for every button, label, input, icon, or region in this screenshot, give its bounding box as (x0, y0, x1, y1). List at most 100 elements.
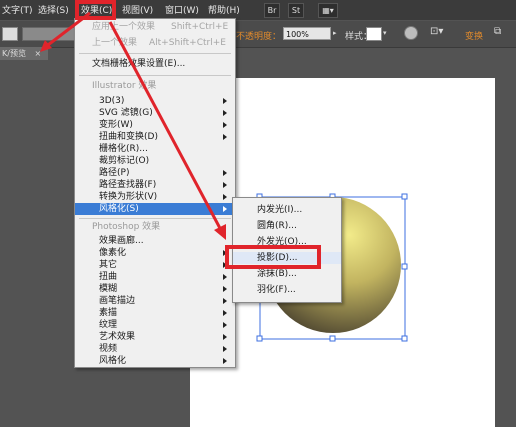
menu-item-brush-strokes[interactable]: 画笔描边 (75, 295, 235, 307)
menu-view[interactable]: 视图(V) (122, 3, 153, 16)
submenu-arrow-icon (223, 110, 227, 116)
opacity-field[interactable]: 100% (283, 27, 331, 40)
menu-item-distort-label: 扭曲 (99, 272, 118, 282)
submenu-arrow-icon (223, 346, 227, 352)
menu-item-convert-to-shape[interactable]: 转换为形状(V) (75, 191, 235, 203)
graphic-style-swatch[interactable] (366, 27, 382, 41)
selection-handle[interactable] (329, 335, 336, 342)
stock-button[interactable]: St (288, 3, 304, 18)
submenu-arrow-icon (223, 298, 227, 304)
last-effect-shortcut: Alt+Shift+Ctrl+E (149, 38, 226, 48)
close-tab-icon[interactable]: × (35, 49, 42, 58)
photoshop-effects-header-label: Photoshop 效果 (92, 222, 161, 232)
menu-item-texture[interactable]: 纹理 (75, 319, 235, 331)
menu-item-ps-stylize[interactable]: 风格化 (75, 355, 235, 367)
apply-last-effect-shortcut: Shift+Ctrl+E (171, 22, 229, 32)
menu-item-distort[interactable]: 扭曲 (75, 271, 235, 283)
submenu-arrow-icon (223, 322, 227, 328)
menu-item-path[interactable]: 路径(P) (75, 167, 235, 179)
annotation-box-effect-menu (75, 0, 116, 20)
menu-item-artistic[interactable]: 艺术效果 (75, 331, 235, 343)
menu-item-distort-transform[interactable]: 扭曲和变换(D) (75, 131, 235, 143)
menu-item-sketch-label: 素描 (99, 308, 118, 318)
menu-item-convert-to-shape-label: 转换为形状(V) (99, 192, 158, 202)
submenu-arrow-icon (223, 310, 227, 316)
selection-handle[interactable] (401, 335, 408, 342)
menu-item-video-label: 视频 (99, 344, 118, 354)
style-dropdown-icon[interactable]: ▾ (383, 29, 387, 37)
menu-item-crop-marks-label: 裁剪标记(O) (99, 156, 150, 166)
menu-select[interactable]: 选择(S) (38, 3, 69, 16)
submenu-arrow-icon (223, 170, 227, 176)
menu-text[interactable]: 文字(T) (2, 3, 33, 16)
selection-handle[interactable] (401, 193, 408, 200)
submenu-item-feather[interactable]: 羽化(F)... (233, 284, 341, 296)
menu-item-3d-label: 3D(3) (99, 96, 125, 106)
opacity-dropdown-icon[interactable]: ▸ (333, 29, 337, 37)
menu-item-blur[interactable]: 模糊 (75, 283, 235, 295)
menu-item-3d[interactable]: 3D(3) (75, 95, 235, 107)
submenu-arrow-icon (223, 122, 227, 128)
submenu-arrow-icon (223, 334, 227, 340)
menu-item-crop-marks[interactable]: 裁剪标记(O) (75, 155, 235, 167)
stroke-field[interactable] (22, 27, 80, 41)
submenu-item-scribble-label: 涂抹(B)... (257, 269, 297, 279)
menu-item-texture-label: 纹理 (99, 320, 118, 330)
align-icon[interactable]: ⊡▾ (430, 26, 443, 37)
menu-window[interactable]: 窗口(W) (165, 3, 199, 16)
menu-item-effect-gallery-label: 效果画廊... (99, 236, 144, 246)
submenu-item-round-corners-label: 圆角(R)... (257, 221, 297, 231)
transform-link[interactable]: 变换 (465, 29, 483, 42)
menu-item-blur-label: 模糊 (99, 284, 118, 294)
menu-item-stylize-label: 风格化(S) (99, 204, 139, 214)
menu-help[interactable]: 帮助(H) (208, 3, 240, 16)
opacity-label[interactable]: 不透明度： (236, 29, 281, 42)
submenu-arrow-icon (223, 358, 227, 364)
menu-item-pathfinder-label: 路径查找器(F) (99, 180, 157, 190)
annotation-box-drop-shadow (225, 245, 321, 269)
submenu-item-feather-label: 羽化(F)... (257, 285, 296, 295)
submenu-arrow-icon (223, 286, 227, 292)
submenu-item-inner-glow[interactable]: 内发光(I)... (233, 204, 341, 216)
last-effect-item[interactable]: 上一个效果 Alt+Shift+Ctrl+E (75, 37, 235, 49)
menu-item-pixelate-label: 像素化 (99, 248, 127, 258)
stroke-weight-stepper[interactable] (2, 27, 18, 41)
selection-handle[interactable] (256, 335, 263, 342)
menu-separator (79, 75, 231, 76)
menu-item-warp[interactable]: 变形(W) (75, 119, 235, 131)
menu-item-effect-gallery[interactable]: 效果画廊... (75, 235, 235, 247)
illustrator-effects-header-label: Illustrator 效果 (92, 81, 157, 91)
menu-separator (79, 218, 231, 219)
menu-item-stylize[interactable]: 风格化(S) (75, 203, 235, 215)
menu-item-pixelate[interactable]: 像素化 (75, 247, 235, 259)
recolor-icon[interactable] (404, 26, 418, 40)
apply-last-effect-item[interactable]: 应用上一个效果 Shift+Ctrl+E (75, 21, 235, 33)
apply-last-effect-label: 应用上一个效果 (92, 22, 156, 32)
effect-menu: 应用上一个效果 Shift+Ctrl+E 上一个效果 Alt+Shift+Ctr… (74, 18, 236, 368)
menu-item-svg-filters[interactable]: SVG 滤镜(G) (75, 107, 235, 119)
menu-separator (79, 53, 231, 54)
isolate-icon[interactable]: ⧉ (494, 26, 501, 37)
bridge-button[interactable]: Br (264, 3, 280, 18)
menu-item-svg-filters-label: SVG 滤镜(G) (99, 108, 153, 118)
submenu-arrow-icon (223, 274, 227, 280)
menu-item-distort-transform-label: 扭曲和变换(D) (99, 132, 158, 142)
menu-item-video[interactable]: 视频 (75, 343, 235, 355)
selection-handle[interactable] (401, 263, 408, 270)
menu-item-rasterize[interactable]: 栅格化(R)... (75, 143, 235, 155)
menu-item-sketch[interactable]: 素描 (75, 307, 235, 319)
menu-item-artistic-label: 艺术效果 (99, 332, 136, 342)
submenu-item-round-corners[interactable]: 圆角(R)... (233, 220, 341, 232)
arrange-docs-icon[interactable]: ▦▾ (318, 3, 338, 18)
menu-item-pathfinder[interactable]: 路径查找器(F) (75, 179, 235, 191)
document-raster-settings-label: 文档栅格效果设置(E)... (92, 59, 186, 69)
menu-item-warp-label: 变形(W) (99, 120, 133, 130)
menu-item-other[interactable]: 其它 (75, 259, 235, 271)
submenu-arrow-icon (223, 194, 227, 200)
submenu-item-scribble[interactable]: 涂抹(B)... (233, 268, 341, 280)
document-tab[interactable]: K/预览 × (0, 47, 48, 60)
menu-item-path-label: 路径(P) (99, 168, 130, 178)
submenu-arrow-icon (223, 98, 227, 104)
document-raster-settings-item[interactable]: 文档栅格效果设置(E)... (75, 58, 235, 70)
last-effect-label: 上一个效果 (92, 38, 138, 48)
